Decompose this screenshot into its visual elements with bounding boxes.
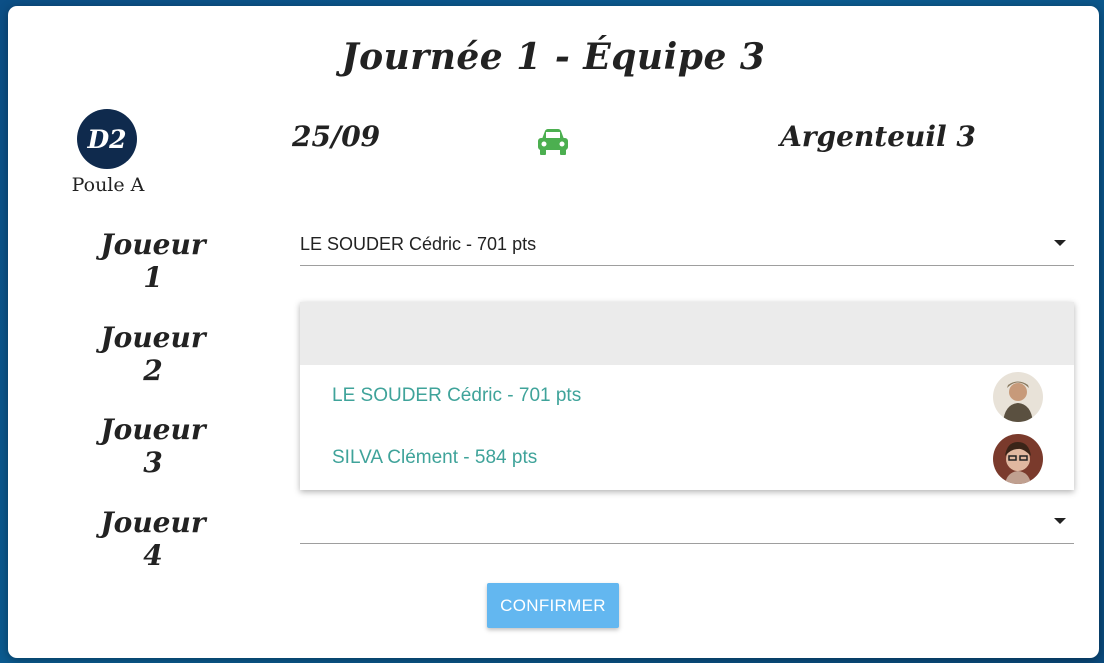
joueur-2-dropdown-menu: LE SOUDER Cédric - 701 pts SILVA Clément… [300, 302, 1074, 490]
avatar-icon [993, 434, 1043, 484]
opponent-team: Argenteuil 3 [780, 120, 976, 153]
joueur-3-label: Joueur 3 [100, 413, 206, 479]
option-label: LE SOUDER Cédric - 701 pts [332, 385, 582, 406]
match-date: 25/09 [292, 120, 381, 153]
poule-label: Poule A [71, 174, 145, 196]
chevron-down-icon [1054, 240, 1066, 246]
page-title: Journée 1 - Équipe 3 [341, 36, 766, 78]
dropdown-option[interactable]: SILVA Clément - 584 pts [300, 427, 1074, 489]
car-icon [538, 129, 568, 155]
joueur-4-select[interactable] [300, 500, 1074, 544]
joueur-1-select[interactable]: LE SOUDER Cédric - 701 pts [300, 222, 1074, 266]
joueur-4-label: Joueur 4 [100, 506, 206, 572]
joueur-2-label: Joueur 2 [100, 321, 206, 387]
confirm-button[interactable]: CONFIRMER [487, 583, 619, 628]
avatar-icon [993, 372, 1043, 422]
joueur-1-selected-value: LE SOUDER Cédric - 701 pts [300, 234, 537, 254]
joueur-1-label: Joueur 1 [100, 228, 206, 294]
division-badge: D2 [77, 109, 137, 169]
option-label: SILVA Clément - 584 pts [332, 447, 538, 468]
chevron-down-icon [1054, 518, 1066, 524]
team-selection-modal: Journée 1 - Équipe 3 D2 Poule A 25/09 Ar… [8, 6, 1099, 658]
dropdown-option[interactable]: LE SOUDER Cédric - 701 pts [300, 365, 1074, 427]
dropdown-empty-option[interactable] [300, 302, 1074, 365]
